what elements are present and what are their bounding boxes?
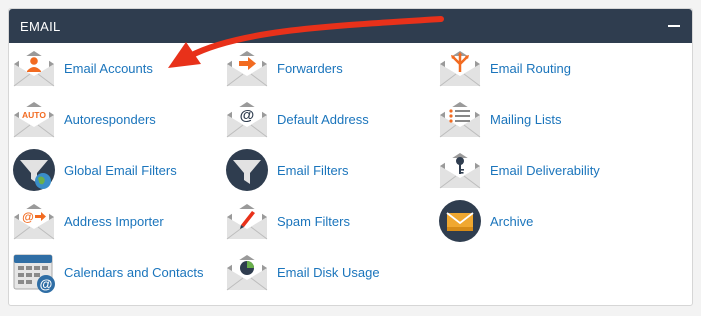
mailing-lists-icon	[438, 97, 482, 141]
email-disk-usage-icon	[225, 250, 269, 294]
archive-link[interactable]: Archive	[438, 199, 668, 243]
autoresponders-icon-text: AUTO	[22, 110, 46, 120]
item-label: Forwarders	[277, 60, 343, 76]
calendars-contacts-link[interactable]: @ Calendars and Contacts	[12, 250, 225, 294]
forwarders-icon	[225, 46, 269, 90]
address-importer-icon-text: @	[22, 210, 34, 224]
mailing-lists-link[interactable]: Mailing Lists	[438, 97, 668, 141]
item-label: Archive	[490, 213, 534, 229]
item-label: Email Deliverability	[490, 162, 600, 178]
autoresponders-link[interactable]: AUTO Autoresponders	[12, 97, 225, 141]
item-label: Email Routing	[490, 60, 571, 76]
autoresponders-icon: AUTO	[12, 97, 56, 141]
email-tools-grid: Email Accounts Forwarders Email Routing …	[12, 46, 668, 301]
calendars-icon-text: @	[40, 277, 53, 292]
item-label: Global Email Filters	[64, 162, 177, 178]
archive-icon	[438, 199, 482, 243]
item-label: Mailing Lists	[490, 111, 562, 127]
default-address-link[interactable]: @ Default Address	[225, 97, 438, 141]
email-deliverability-icon	[438, 148, 482, 192]
email-routing-icon	[438, 46, 482, 90]
default-address-icon: @	[225, 97, 269, 141]
email-filters-link[interactable]: Email Filters	[225, 148, 438, 192]
email-filters-icon	[225, 148, 269, 192]
global-email-filters-icon	[12, 148, 56, 192]
item-label: Spam Filters	[277, 213, 350, 229]
global-email-filters-link[interactable]: Global Email Filters	[12, 148, 225, 192]
item-label: Autoresponders	[64, 111, 156, 127]
minus-icon[interactable]	[668, 20, 680, 32]
address-importer-link[interactable]: @ Address Importer	[12, 199, 225, 243]
spam-filters-icon	[225, 199, 269, 243]
default-address-icon-text: @	[240, 107, 255, 124]
email-disk-usage-link[interactable]: Email Disk Usage	[225, 250, 438, 294]
panel-header[interactable]: EMAIL	[9, 9, 692, 43]
item-label: Email Disk Usage	[277, 264, 380, 280]
calendars-contacts-icon: @	[12, 250, 56, 294]
forwarders-link[interactable]: Forwarders	[225, 46, 438, 90]
item-label: Default Address	[277, 111, 369, 127]
item-label: Calendars and Contacts	[64, 264, 204, 280]
address-importer-icon: @	[12, 199, 56, 243]
panel-title: EMAIL	[20, 18, 61, 34]
item-label: Address Importer	[64, 213, 164, 229]
email-accounts-icon	[12, 46, 56, 90]
spam-filters-link[interactable]: Spam Filters	[225, 199, 438, 243]
email-deliverability-link[interactable]: Email Deliverability	[438, 148, 668, 192]
item-label: Email Filters	[277, 162, 349, 178]
email-routing-link[interactable]: Email Routing	[438, 46, 668, 90]
item-label: Email Accounts	[64, 60, 153, 76]
email-accounts-link[interactable]: Email Accounts	[12, 46, 225, 90]
